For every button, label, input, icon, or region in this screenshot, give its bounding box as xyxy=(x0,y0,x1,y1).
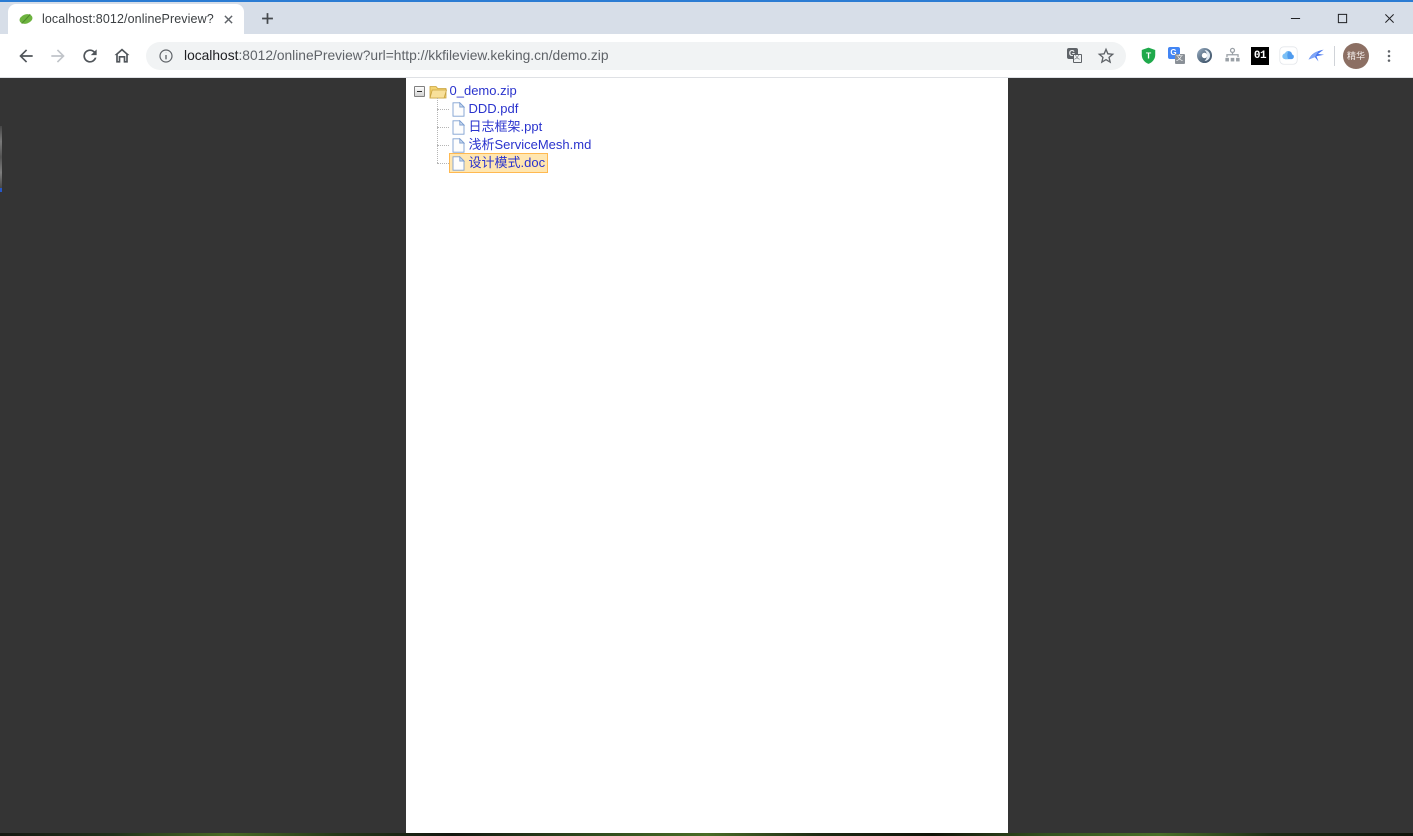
reload-button[interactable] xyxy=(74,40,106,72)
svg-text:T: T xyxy=(1145,50,1151,60)
sitemap-extension-icon[interactable] xyxy=(1218,42,1246,70)
forward-arrow-icon xyxy=(48,46,68,66)
tab-close-icon[interactable] xyxy=(220,11,236,27)
back-button[interactable] xyxy=(10,40,42,72)
maximize-icon xyxy=(1337,13,1348,24)
file-icon xyxy=(452,120,465,135)
file-icon xyxy=(452,102,465,117)
collapse-minus-icon[interactable] xyxy=(414,86,425,97)
reload-icon xyxy=(80,46,100,66)
cloud-extension-icon[interactable] xyxy=(1274,42,1302,70)
plus-icon xyxy=(261,12,274,25)
new-tab-button[interactable] xyxy=(254,5,280,31)
tab-title: localhost:8012/onlinePreview? xyxy=(42,12,214,26)
browser-tab[interactable]: localhost:8012/onlinePreview? xyxy=(8,4,244,34)
zero-one-badge: 01 xyxy=(1251,47,1269,65)
file-icon xyxy=(452,156,465,171)
tree-root-node[interactable]: 0_demo.zip xyxy=(406,82,1008,100)
translate-extension-icon[interactable]: G 文 xyxy=(1162,42,1190,70)
address-bar[interactable]: localhost:8012/onlinePreview?url=http://… xyxy=(146,42,1126,70)
maximize-button[interactable] xyxy=(1319,2,1366,34)
green-shield-extension-icon[interactable]: T xyxy=(1134,42,1162,70)
minimize-icon xyxy=(1290,13,1301,24)
tree-file-row: 日志框架.ppt xyxy=(406,118,1008,136)
tree-root-label[interactable]: 0_demo.zip xyxy=(450,82,517,100)
tree-file-row: 设计模式.doc xyxy=(406,154,1008,172)
minimize-button[interactable] xyxy=(1272,2,1319,34)
back-arrow-icon xyxy=(16,46,36,66)
toolbar-divider xyxy=(1334,46,1335,66)
tree-node-servicemesh-md[interactable]: 浅析ServiceMesh.md xyxy=(449,135,595,155)
page-content: 0_demo.zip DDD.pdf xyxy=(0,78,1413,836)
file-label: 日志框架.ppt xyxy=(469,118,543,136)
swirl-circle-extension-icon[interactable] xyxy=(1190,42,1218,70)
url-host: localhost xyxy=(184,48,238,63)
home-icon xyxy=(112,46,132,66)
spring-leaf-favicon-icon xyxy=(18,11,34,27)
extensions-cluster: T G 文 xyxy=(1134,42,1403,70)
bird-extension-icon[interactable] xyxy=(1302,42,1330,70)
file-label: 浅析ServiceMesh.md xyxy=(469,136,592,154)
forward-button[interactable] xyxy=(42,40,74,72)
tab-strip: localhost:8012/onlinePreview? xyxy=(0,2,1413,34)
translate-wen-glyph: 文 xyxy=(1073,54,1082,63)
window-controls xyxy=(1272,2,1413,34)
screen-edge-artifact xyxy=(0,126,2,188)
bookmark-star-icon[interactable] xyxy=(1096,46,1116,66)
url-path: :8012/onlinePreview?url=http://kkfilevie… xyxy=(238,48,608,63)
close-button[interactable] xyxy=(1366,2,1413,34)
three-dot-menu-icon xyxy=(1381,48,1397,64)
profile-avatar[interactable]: 精华 xyxy=(1343,43,1369,69)
translate-ext-wen-glyph: 文 xyxy=(1175,54,1185,64)
tree-file-row: DDD.pdf xyxy=(406,100,1008,118)
tree-file-row: 浅析ServiceMesh.md xyxy=(406,136,1008,154)
tree-children: DDD.pdf 日志框架.ppt xyxy=(406,100,1008,172)
page-info-icon[interactable] xyxy=(158,48,174,64)
zip-file-tree: 0_demo.zip DDD.pdf xyxy=(406,78,1008,172)
preview-panel: 0_demo.zip DDD.pdf xyxy=(406,78,1008,833)
open-folder-icon xyxy=(429,84,447,99)
close-icon xyxy=(1384,13,1395,24)
tree-node-rizhi-ppt[interactable]: 日志框架.ppt xyxy=(449,117,546,137)
url-text: localhost:8012/onlinePreview?url=http://… xyxy=(184,48,609,63)
browser-window: localhost:8012/onlinePreview? xyxy=(0,0,1413,836)
browser-menu-button[interactable] xyxy=(1375,42,1403,70)
file-label: DDD.pdf xyxy=(469,100,519,118)
tree-node-shejimoshi-doc-selected[interactable]: 设计模式.doc xyxy=(449,153,549,173)
browser-toolbar: localhost:8012/onlinePreview?url=http://… xyxy=(0,34,1413,78)
home-button[interactable] xyxy=(106,40,138,72)
zero-one-extension-icon[interactable]: 01 xyxy=(1246,42,1274,70)
file-label: 设计模式.doc xyxy=(469,154,546,172)
screen-edge-artifact-dot xyxy=(0,188,2,192)
tree-node-ddd-pdf[interactable]: DDD.pdf xyxy=(449,99,522,119)
translate-page-icon[interactable]: G 文 xyxy=(1064,46,1084,66)
file-icon xyxy=(452,138,465,153)
